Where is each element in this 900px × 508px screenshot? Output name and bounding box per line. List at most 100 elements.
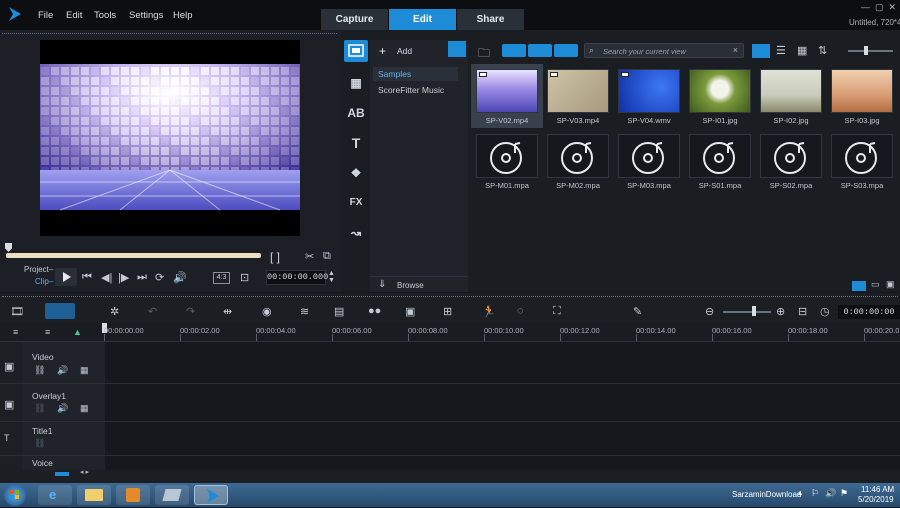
scrubber-track[interactable] [6, 253, 261, 258]
title-icon[interactable]: T [345, 132, 367, 154]
track-manager-icon[interactable]: ≡ [13, 327, 18, 337]
redo-icon[interactable]: ↷ [186, 305, 195, 318]
audio-thumbnail[interactable] [831, 134, 893, 178]
marker-icon[interactable]: ▲ [73, 327, 82, 337]
clock-date[interactable]: 5/20/2019 [858, 495, 894, 504]
mark-in-out-buttons[interactable]: [ ] [270, 250, 280, 264]
undo-icon[interactable]: ↶ [148, 305, 157, 318]
tab-share[interactable]: Share [457, 9, 524, 30]
home-icon[interactable]: ⏮ [82, 271, 92, 284]
clock-icon[interactable]: ◷ [820, 305, 830, 318]
enlarge-preview-icon[interactable]: ⊡ [240, 271, 249, 284]
track-area[interactable] [0, 342, 900, 470]
multi-camera-icon[interactable]: ⊞ [443, 305, 452, 318]
menu-edit[interactable]: Edit [66, 10, 82, 21]
previous-frame-icon[interactable]: ◀| [101, 271, 112, 284]
show-photos-toggle[interactable] [528, 44, 552, 57]
end-icon[interactable]: ⏭ [137, 271, 147, 284]
audio-thumbnail[interactable] [760, 134, 822, 178]
project-mode-label[interactable]: Project– [24, 265, 53, 274]
search-field[interactable]: ⌕ Search your current view × [584, 43, 744, 58]
thumbnail-size-slider[interactable] [848, 50, 893, 52]
pan-zoom-icon[interactable]: ⛶ [553, 305, 561, 318]
library-view-toggle[interactable] [852, 281, 866, 291]
clear-search-icon[interactable]: × [733, 45, 738, 55]
mask-creator-icon[interactable]: ◌ [517, 305, 524, 317]
pin-icon[interactable] [448, 41, 466, 57]
media-thumbnail[interactable] [689, 69, 751, 113]
track-mute-icon[interactable]: 🔊 [57, 365, 68, 376]
folder-item-samples[interactable]: Samples [373, 67, 458, 81]
sound-mixer-icon[interactable]: ≋ [300, 305, 309, 318]
track-scroll-indicator[interactable] [55, 472, 69, 476]
clock-time[interactable]: 11:46 AM [861, 485, 894, 494]
taskbar-videostudio-button[interactable] [194, 485, 228, 505]
transition-icon[interactable]: AB [345, 102, 367, 124]
audio-thumbnail[interactable] [547, 134, 609, 178]
tab-capture[interactable]: Capture [321, 9, 388, 30]
media-thumbnail[interactable] [547, 69, 609, 113]
track-scroll-arrows[interactable]: ◂ ▸ [80, 468, 89, 476]
timeline-view-button[interactable] [45, 303, 75, 319]
menu-settings[interactable]: Settings [129, 10, 163, 21]
timecode-stepper[interactable]: ▲ ▼ [328, 270, 335, 284]
subtitle-editor-icon[interactable]: ▣ [405, 305, 415, 318]
smart-proxy-icon[interactable]: ⇹ [223, 305, 232, 318]
start-button[interactable] [4, 484, 26, 506]
menu-tools[interactable]: Tools [94, 10, 116, 21]
preview-window[interactable] [40, 40, 300, 236]
audio-thumbnail[interactable] [689, 134, 751, 178]
zoom-in-icon[interactable]: ⊕ [776, 305, 785, 318]
window-controls[interactable]: — ▢ ✕ [861, 2, 896, 13]
thumbnail-size-handle[interactable] [864, 46, 868, 55]
tab-edit[interactable]: Edit [389, 9, 456, 30]
zoom-slider[interactable] [723, 311, 771, 313]
menu-help[interactable]: Help [173, 10, 193, 21]
ripple-edit-icon[interactable]: ⛓ [34, 403, 45, 414]
thumbnail-view-icon[interactable] [752, 44, 770, 58]
aspect-ratio-button[interactable]: 4:3 [213, 272, 230, 284]
library-layout-full-icon[interactable]: ▣ [886, 279, 895, 290]
record-capture-icon[interactable]: ◉ [262, 305, 272, 318]
add-chapter-icon[interactable]: ≡ [45, 327, 50, 337]
taskbar-explorer-button[interactable] [77, 485, 111, 505]
split-clip-icon[interactable]: ✂ [305, 250, 314, 263]
media-tab[interactable] [344, 40, 368, 62]
zoom-slider-handle[interactable] [752, 306, 756, 316]
next-frame-icon[interactable]: |▶ [118, 271, 129, 284]
timecode-display[interactable]: 00:00:00.000 [266, 270, 328, 285]
list-view-icon[interactable]: ☰ [776, 44, 786, 57]
media-thumbnail[interactable] [618, 69, 680, 113]
audio-ducking-icon[interactable]: ✎ [633, 305, 642, 318]
tray-expand-icon[interactable]: ▴ [798, 488, 802, 497]
show-videos-toggle[interactable] [502, 44, 526, 57]
track-visibility-icon[interactable]: ▦ [80, 365, 89, 376]
add-folder-button[interactable]: Add [397, 46, 412, 56]
taskbar-app-button[interactable] [155, 485, 189, 505]
volume-icon[interactable]: 🔊 [173, 271, 187, 284]
grid-view-icon[interactable]: ▦ [797, 44, 807, 57]
tray-flag-icon[interactable]: ⚑ [840, 488, 848, 499]
timeline-timecode[interactable]: 0:00:00:00 [838, 305, 900, 319]
copy-icon[interactable]: ⧉ [323, 250, 331, 263]
folder-item-scorefitter-music[interactable]: ScoreFitter Music [378, 85, 444, 95]
path-icon[interactable]: ↝ [345, 222, 367, 244]
ripple-edit-icon[interactable]: ⛓ [34, 438, 45, 449]
media-thumbnail[interactable] [476, 69, 538, 113]
audio-thumbnail[interactable] [476, 134, 538, 178]
media-thumbnail[interactable] [760, 69, 822, 113]
zoom-out-icon[interactable]: ⊖ [705, 305, 714, 318]
track-visibility-icon[interactable]: ▦ [80, 403, 89, 414]
fit-project-icon[interactable]: ⊟ [798, 305, 807, 318]
time-remapping-icon[interactable]: 🏃 [482, 305, 496, 318]
auto-music-icon[interactable]: ▤ [334, 305, 344, 318]
taskbar-ie-button[interactable]: e [38, 485, 72, 505]
clip-mode-label[interactable]: Clip– [35, 277, 53, 286]
ripple-edit-icon[interactable]: ⛓ [34, 365, 45, 376]
library-layout-icon[interactable]: ▭ [871, 279, 880, 290]
track-mute-icon[interactable]: 🔊 [57, 403, 68, 414]
play-button[interactable] [55, 268, 77, 286]
taskbar-media-button[interactable] [116, 485, 150, 505]
show-audio-toggle[interactable] [554, 44, 578, 57]
repeat-icon[interactable]: ⟳ [155, 271, 164, 284]
